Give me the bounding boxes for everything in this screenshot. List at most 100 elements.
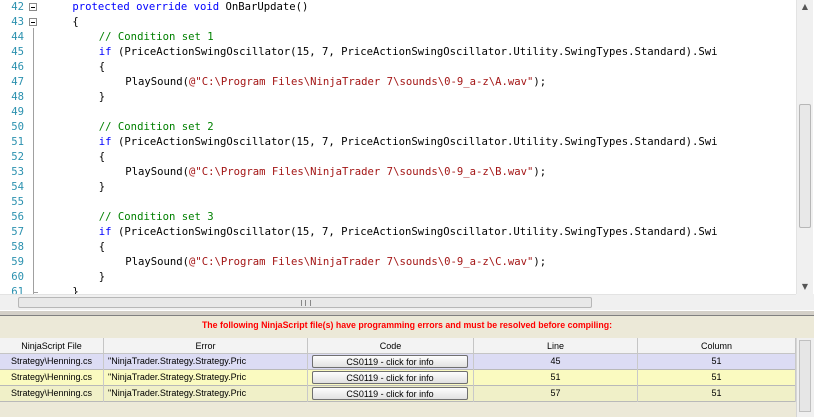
errors-scroll-thumb[interactable]	[799, 340, 811, 412]
code-line[interactable]: PlaySound(@"C:\Program Files\NinjaTrader…	[125, 165, 546, 180]
code-line[interactable]: {	[99, 240, 105, 255]
code-token: }	[98, 91, 106, 103]
cell-line: 57	[474, 386, 638, 402]
code-line[interactable]: // Condition set 2	[99, 120, 214, 135]
code-token: PlaySound(	[125, 76, 189, 88]
vertical-scroll-thumb[interactable]	[799, 104, 811, 228]
scrollbar-corner	[796, 294, 814, 310]
cell-error: "NinjaTrader.Strategy.Strategy.Pric	[104, 386, 308, 402]
scroll-down-arrow-icon[interactable]: ▼	[797, 280, 813, 294]
code-keyword: if	[98, 46, 118, 58]
collapse-region-icon[interactable]	[29, 3, 37, 11]
code-line[interactable]: protected override void OnBarUpdate()	[72, 0, 308, 15]
code-line[interactable]: // Condition set 1	[99, 30, 214, 45]
cell-column: 51	[638, 354, 796, 370]
line-number: 56	[11, 211, 24, 223]
code-string: @"C:\Program Files\NinjaTrader 7\sounds\…	[188, 76, 534, 88]
column-header-file[interactable]: NinjaScript File	[0, 338, 104, 354]
code-keyword: if	[98, 226, 118, 238]
collapse-region-icon[interactable]	[29, 18, 37, 26]
error-row[interactable]: Strategy\Henning.cs "NinjaTrader.Strategy…	[0, 370, 796, 386]
code-line[interactable]: {	[99, 150, 105, 165]
code-token: );	[533, 166, 547, 178]
line-number: 51	[11, 136, 24, 148]
line-number-gutter: 42 43 44 45 46 47 48 49 50 51 52 53 54 55 56 57 58 59 60 61	[0, 0, 26, 296]
code-string: @"C:\Program Files\NinjaTrader 7\sounds\…	[188, 166, 534, 178]
code-line[interactable]: {	[72, 15, 78, 30]
code-token: {	[98, 61, 106, 73]
cell-column: 51	[638, 370, 796, 386]
code-line[interactable]: // Condition set 3	[99, 210, 214, 225]
error-code-info-button[interactable]: CS0119 - click for info	[312, 371, 468, 384]
line-number: 57	[11, 226, 24, 238]
code-area[interactable]: protected override void OnBarUpdate(){//…	[44, 0, 796, 296]
cell-code: CS0119 - click for info	[308, 370, 474, 386]
compile-error-message: The following NinjaScript file(s) have p…	[201, 320, 613, 330]
cell-file: Strategy\Henning.cs	[0, 386, 104, 402]
line-number: 48	[11, 91, 24, 103]
code-line[interactable]: }	[99, 270, 105, 285]
code-editor[interactable]: 42 43 44 45 46 47 48 49 50 51 52 53 54 55 56 57 58 59 60 61…	[0, 0, 814, 296]
code-token: );	[533, 76, 547, 88]
cell-line: 45	[474, 354, 638, 370]
line-number: 60	[11, 271, 24, 283]
code-comment: // Condition set 3	[98, 211, 214, 223]
code-line[interactable]: if (PriceActionSwingOscillator(15, 7, Pr…	[99, 225, 718, 240]
line-number: 59	[11, 256, 24, 268]
code-line[interactable]: {	[99, 60, 105, 75]
line-number: 45	[11, 46, 24, 58]
code-line[interactable]: PlaySound(@"C:\Program Files\NinjaTrader…	[125, 255, 546, 270]
line-number: 49	[11, 106, 24, 118]
code-line[interactable]: PlaySound(@"C:\Program Files\NinjaTrader…	[125, 75, 546, 90]
cell-file: Strategy\Henning.cs	[0, 370, 104, 386]
cell-code: CS0119 - click for info	[308, 354, 474, 370]
code-token: OnBarUpdate()	[225, 1, 309, 13]
error-code-info-button[interactable]: CS0119 - click for info	[312, 387, 468, 400]
cell-error: "NinjaTrader.Strategy.Strategy.Pric	[104, 354, 308, 370]
fold-guide-line	[33, 28, 34, 294]
line-number: 55	[11, 196, 24, 208]
error-code-info-button[interactable]: CS0119 - click for info	[312, 355, 468, 368]
error-row[interactable]: Strategy\Henning.cs "NinjaTrader.Strategy…	[0, 354, 796, 370]
column-header-error[interactable]: Error	[104, 338, 308, 354]
editor-vertical-scrollbar[interactable]: ▲ ▼	[796, 0, 813, 296]
code-keyword: if	[98, 136, 118, 148]
code-token: PlaySound(	[125, 256, 189, 268]
line-number: 46	[11, 61, 24, 73]
line-number: 52	[11, 151, 24, 163]
errors-vertical-scrollbar[interactable]	[796, 338, 814, 417]
code-token: (PriceActionSwingOscillator(15, 7, Price…	[117, 226, 718, 238]
code-line[interactable]: }	[99, 180, 105, 195]
code-token: (PriceActionSwingOscillator(15, 7, Price…	[117, 136, 718, 148]
code-keyword: protected override void	[72, 1, 226, 13]
line-number: 54	[11, 181, 24, 193]
code-token: (PriceActionSwingOscillator(15, 7, Price…	[117, 46, 718, 58]
line-number: 43	[11, 16, 24, 28]
cell-line: 51	[474, 370, 638, 386]
column-header-column[interactable]: Column	[638, 338, 796, 354]
code-token: );	[533, 256, 547, 268]
code-comment: // Condition set 1	[98, 31, 214, 43]
code-line[interactable]: if (PriceActionSwingOscillator(15, 7, Pr…	[99, 45, 718, 60]
cell-column: 51	[638, 386, 796, 402]
horizontal-scroll-thumb[interactable]	[18, 297, 592, 308]
code-token: }	[98, 181, 106, 193]
code-token: {	[98, 241, 106, 253]
error-row[interactable]: Strategy\Henning.cs "NinjaTrader.Strategy…	[0, 386, 796, 402]
code-comment: // Condition set 2	[98, 121, 214, 133]
column-header-code[interactable]: Code	[308, 338, 474, 354]
cell-error: "NinjaTrader.Strategy.Strategy.Pric	[104, 370, 308, 386]
code-line[interactable]: }	[99, 90, 105, 105]
code-line[interactable]: if (PriceActionSwingOscillator(15, 7, Pr…	[99, 135, 718, 150]
line-number: 53	[11, 166, 24, 178]
line-number: 44	[11, 31, 24, 43]
cell-code: CS0119 - click for info	[308, 386, 474, 402]
line-number: 50	[11, 121, 24, 133]
scroll-up-arrow-icon[interactable]: ▲	[797, 0, 813, 14]
code-token: {	[98, 151, 106, 163]
editor-horizontal-scrollbar[interactable]	[0, 294, 796, 310]
code-token: PlaySound(	[125, 166, 189, 178]
column-header-line[interactable]: Line	[474, 338, 638, 354]
line-number: 58	[11, 241, 24, 253]
code-token: }	[98, 271, 106, 283]
